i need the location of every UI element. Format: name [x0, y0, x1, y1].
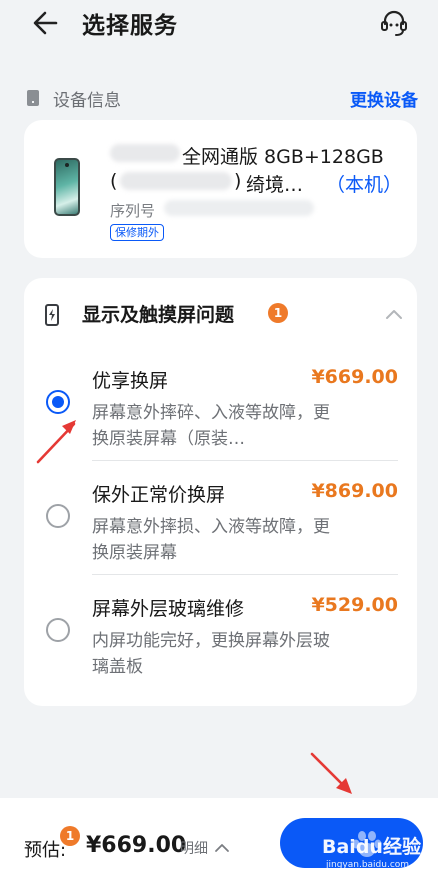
option-price: ¥529.00: [311, 594, 398, 616]
repair-category-card: 显示及触摸屏问题 1 优享换屏 ¥669.00 屏幕意外摔碎、入液等故障，更换原…: [24, 278, 417, 706]
device-info-label: 设备信息: [53, 91, 121, 111]
divider: [92, 574, 398, 575]
option-name: 屏幕外层玻璃维修: [92, 598, 245, 620]
service-option-standard-screen[interactable]: 保外正常价换屏 ¥869.00 屏幕意外摔损、入液等故障，更换原装屏幕: [24, 472, 417, 582]
device-paren-close: ): [234, 170, 242, 192]
watermark-url: jingyan.baidu.com: [326, 860, 410, 870]
radio-button-selected[interactable]: [46, 390, 70, 414]
device-paren-open: (: [110, 170, 118, 192]
price-detail-link[interactable]: 明细: [180, 838, 208, 858]
device-variant: 绮境…: [246, 174, 304, 196]
serial-number-label: 序列号: [110, 202, 156, 220]
radio-button[interactable]: [46, 618, 70, 642]
option-price: ¥669.00: [311, 366, 398, 388]
phone-image: [54, 158, 80, 216]
estimate-count-badge: 1: [60, 826, 80, 846]
redacted-serial-number: [164, 200, 314, 216]
option-price: ¥869.00: [311, 480, 398, 502]
annotation-arrow-icon: [310, 752, 352, 794]
top-bar: 选择服务: [0, 0, 438, 48]
category-count-badge: 1: [268, 303, 288, 323]
customer-service-icon[interactable]: [378, 8, 410, 38]
service-option-glass-repair[interactable]: 屏幕外层玻璃维修 ¥529.00 内屏功能完好，更换屏幕外层玻璃盖板: [24, 586, 417, 696]
category-title: 显示及触摸屏问题: [82, 304, 235, 326]
divider: [92, 460, 398, 461]
option-name: 保外正常价换屏: [92, 484, 226, 506]
option-description: 内屏功能完好，更换屏幕外层玻璃盖板: [92, 631, 330, 677]
radio-button[interactable]: [46, 504, 70, 528]
chevron-up-icon[interactable]: [384, 306, 404, 320]
page-title: 选择服务: [82, 13, 178, 39]
change-device-link[interactable]: 更换设备: [350, 86, 418, 111]
warranty-status-badge: 保修期外: [110, 224, 164, 241]
estimate-price: ¥669.00: [86, 833, 187, 858]
device-info-icon: [27, 90, 39, 106]
this-device-tag: （本机）: [326, 174, 403, 196]
redacted-model-name: [110, 144, 180, 162]
option-description: 屏幕意外摔损、入液等故障，更换原装屏幕: [92, 517, 330, 563]
chevron-up-icon[interactable]: [214, 839, 230, 852]
device-spec: 全网通版 8GB+128GB: [182, 146, 384, 168]
estimate-label: 预估:: [24, 840, 67, 861]
device-card[interactable]: 全网通版 8GB+128GB ( ) 绮境… （本机） 序列号 保修期外: [24, 120, 417, 258]
option-description: 屏幕意外摔碎、入液等故障，更换原装屏幕（原装…: [92, 403, 330, 449]
redacted-model-code: [120, 172, 232, 190]
watermark-brand: Baidu经验: [322, 836, 421, 858]
screen-issue-icon: [45, 304, 59, 326]
back-arrow-icon[interactable]: [30, 8, 64, 38]
option-name: 优享换屏: [92, 370, 169, 392]
annotation-arrow-icon: [36, 420, 76, 464]
